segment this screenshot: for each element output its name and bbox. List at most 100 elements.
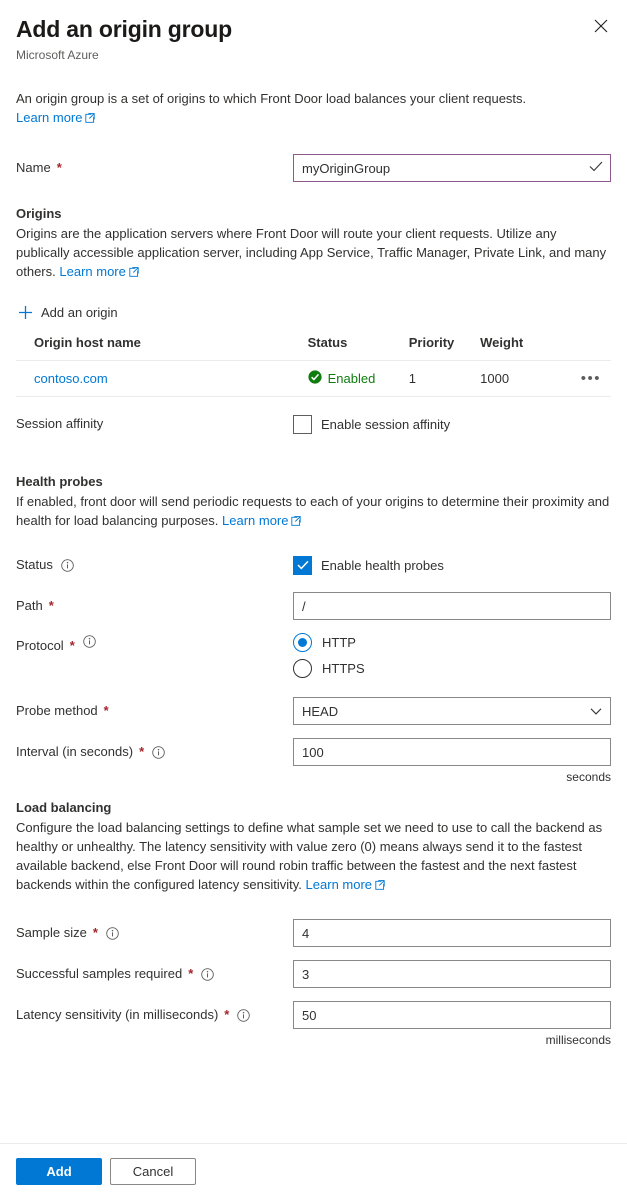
- probe-path-label: Path *: [16, 592, 293, 620]
- cell-weight: 1000: [474, 360, 564, 397]
- health-probes-learn-more-link[interactable]: Learn more: [222, 512, 302, 531]
- page-title: Add an origin group: [16, 16, 232, 42]
- enable-session-affinity-label: Enable session affinity: [321, 416, 451, 432]
- load-balancing-learn-more-label: Learn more: [305, 877, 373, 892]
- load-balancing-section: Load balancing Configure the load balanc…: [16, 798, 611, 895]
- probe-method-field: HEAD GET: [293, 697, 611, 725]
- origins-header-row: Origin host name Status Priority Weight: [16, 335, 611, 361]
- health-probes-title: Health probes: [16, 474, 103, 489]
- probe-interval-input[interactable]: [293, 738, 611, 766]
- origins-learn-more-link[interactable]: Learn more: [59, 263, 139, 282]
- panel-body: An origin group is a set of origins to w…: [0, 63, 627, 1143]
- radio-button: [293, 659, 312, 678]
- probe-method-label: Probe method *: [16, 697, 293, 725]
- table-row: contoso.com Enabled 1 1000 •••: [16, 360, 611, 397]
- probe-interval-field: seconds: [293, 738, 611, 784]
- plus-icon: [18, 305, 33, 320]
- add-an-origin-label: Add an origin: [41, 305, 118, 320]
- probe-method-select[interactable]: HEAD GET: [293, 697, 611, 725]
- origins-section: Origins Origins are the application serv…: [16, 204, 611, 397]
- probe-protocol-field: HTTP HTTPS: [293, 633, 611, 678]
- add-an-origin-button[interactable]: Add an origin: [16, 302, 120, 323]
- enable-health-probes-checkbox[interactable]: Enable health probes: [293, 551, 611, 579]
- probe-path-required-marker: *: [48, 598, 54, 613]
- probe-path-row: Path *: [16, 592, 611, 620]
- info-icon[interactable]: [106, 926, 119, 940]
- sample-size-field: [293, 919, 611, 947]
- close-icon: [594, 19, 608, 33]
- name-row: Name *: [16, 154, 611, 182]
- origins-table-head: Origin host name Status Priority Weight: [16, 335, 611, 361]
- page-subtitle: Microsoft Azure: [16, 48, 99, 62]
- status-badge: Enabled: [307, 370, 376, 387]
- checkbox-box: [293, 555, 312, 575]
- close-button[interactable]: [585, 10, 617, 42]
- origin-host-link[interactable]: contoso.com: [34, 371, 108, 386]
- external-link-icon: [85, 109, 96, 128]
- column-header-actions: [563, 335, 611, 361]
- probe-status-field: Enable health probes: [293, 551, 611, 579]
- intro-learn-more-link[interactable]: Learn more: [16, 109, 96, 128]
- radio-button: [293, 633, 312, 652]
- latency-sensitivity-row: Latency sensitivity (in milliseconds) * m…: [16, 1001, 611, 1047]
- probe-protocol-required-marker: *: [69, 638, 75, 653]
- successful-samples-field: [293, 960, 611, 988]
- add-button[interactable]: Add: [16, 1158, 102, 1185]
- session-affinity-row: Session affinity Enable session affinity: [16, 410, 611, 438]
- session-affinity-label: Session affinity: [16, 416, 104, 431]
- health-probes-description: If enabled, front door will send periodi…: [16, 492, 611, 531]
- column-header-weight: Weight: [474, 335, 564, 361]
- check-circle-icon: [307, 370, 322, 387]
- origins-learn-more-label: Learn more: [59, 264, 126, 279]
- load-balancing-learn-more-link[interactable]: Learn more: [306, 877, 385, 892]
- checkmark-icon: [296, 560, 309, 570]
- latency-sensitivity-label: Latency sensitivity (in milliseconds) *: [16, 1001, 293, 1029]
- probe-interval-unit: seconds: [566, 770, 611, 784]
- external-link-icon: [129, 263, 139, 282]
- sample-size-row: Sample size *: [16, 919, 611, 947]
- origins-table: Origin host name Status Priority Weight …: [16, 335, 611, 397]
- external-link-icon: [375, 876, 385, 895]
- info-icon[interactable]: [61, 558, 74, 572]
- cell-priority: 1: [402, 360, 475, 397]
- sample-size-input[interactable]: [293, 919, 611, 947]
- probe-status-label: Status: [16, 551, 293, 579]
- cancel-button[interactable]: Cancel: [110, 1158, 196, 1185]
- latency-sensitivity-input[interactable]: [293, 1001, 611, 1029]
- health-probes-description-text: If enabled, front door will send periodi…: [16, 494, 610, 528]
- row-context-menu-button[interactable]: •••: [577, 371, 605, 386]
- latency-sensitivity-required-marker: *: [224, 1007, 230, 1022]
- sample-size-label-text: Sample size: [16, 925, 87, 940]
- successful-samples-row: Successful samples required *: [16, 960, 611, 988]
- successful-samples-input[interactable]: [293, 960, 611, 988]
- name-input[interactable]: [293, 154, 611, 182]
- probe-method-label-text: Probe method: [16, 703, 98, 718]
- probe-interval-label-text: Interval (in seconds): [16, 744, 134, 759]
- info-icon[interactable]: [201, 967, 215, 981]
- probe-interval-required-marker: *: [139, 744, 145, 759]
- probe-interval-label: Interval (in seconds) *: [16, 738, 293, 766]
- load-balancing-description: Configure the load balancing settings to…: [16, 818, 611, 895]
- origins-title: Origins: [16, 206, 62, 221]
- info-icon[interactable]: [237, 1008, 251, 1022]
- external-link-icon: [291, 512, 302, 531]
- cell-status: Enabled: [301, 360, 403, 397]
- probe-path-label-text: Path: [16, 598, 43, 613]
- origins-description: Origins are the application servers wher…: [16, 224, 611, 282]
- probe-interval-row: Interval (in seconds) * seconds: [16, 738, 611, 784]
- info-icon[interactable]: [83, 635, 96, 648]
- status-text: Enabled: [327, 371, 376, 386]
- protocol-option-https-label: HTTPS: [322, 661, 365, 676]
- load-balancing-title: Load balancing: [16, 800, 112, 815]
- enable-session-affinity-checkbox[interactable]: Enable session affinity: [293, 410, 611, 438]
- protocol-option-http[interactable]: HTTP: [293, 633, 611, 652]
- health-probes-learn-more-label: Learn more: [222, 513, 289, 528]
- info-icon[interactable]: [152, 745, 165, 759]
- sample-size-label: Sample size *: [16, 919, 293, 947]
- successful-samples-label: Successful samples required *: [16, 960, 293, 988]
- probe-protocol-radio-group: HTTP HTTPS: [293, 633, 611, 678]
- protocol-option-https[interactable]: HTTPS: [293, 659, 611, 678]
- probe-protocol-label-text: Protocol: [16, 638, 64, 653]
- probe-path-input[interactable]: [293, 592, 611, 620]
- panel-footer: Add Cancel: [0, 1143, 627, 1201]
